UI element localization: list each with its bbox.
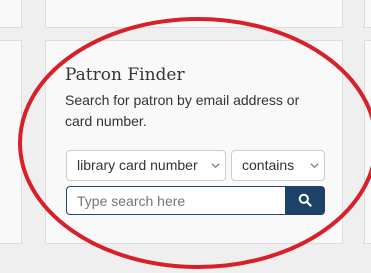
dashboard-card-partial	[364, 0, 371, 28]
card-description: Search for patron by email address or ca…	[65, 92, 300, 129]
chevron-down-icon	[310, 163, 319, 169]
dashboard-card-partial	[0, 0, 22, 28]
match-operator-select[interactable]: contains	[231, 150, 325, 181]
chevron-down-icon	[211, 163, 220, 169]
match-operator-selected-value: contains	[242, 157, 295, 173]
dashboard-card-partial	[0, 40, 22, 244]
card-title: Patron Finder	[65, 65, 185, 85]
search-field-selected-value: library card number	[77, 157, 198, 173]
search-button[interactable]	[285, 186, 325, 215]
dashboard-card-partial	[45, 0, 343, 28]
search-field-select[interactable]: library card number	[66, 150, 226, 181]
search-icon	[298, 193, 312, 207]
patron-search-input[interactable]	[66, 186, 286, 215]
dashboard-card-partial	[364, 40, 371, 244]
